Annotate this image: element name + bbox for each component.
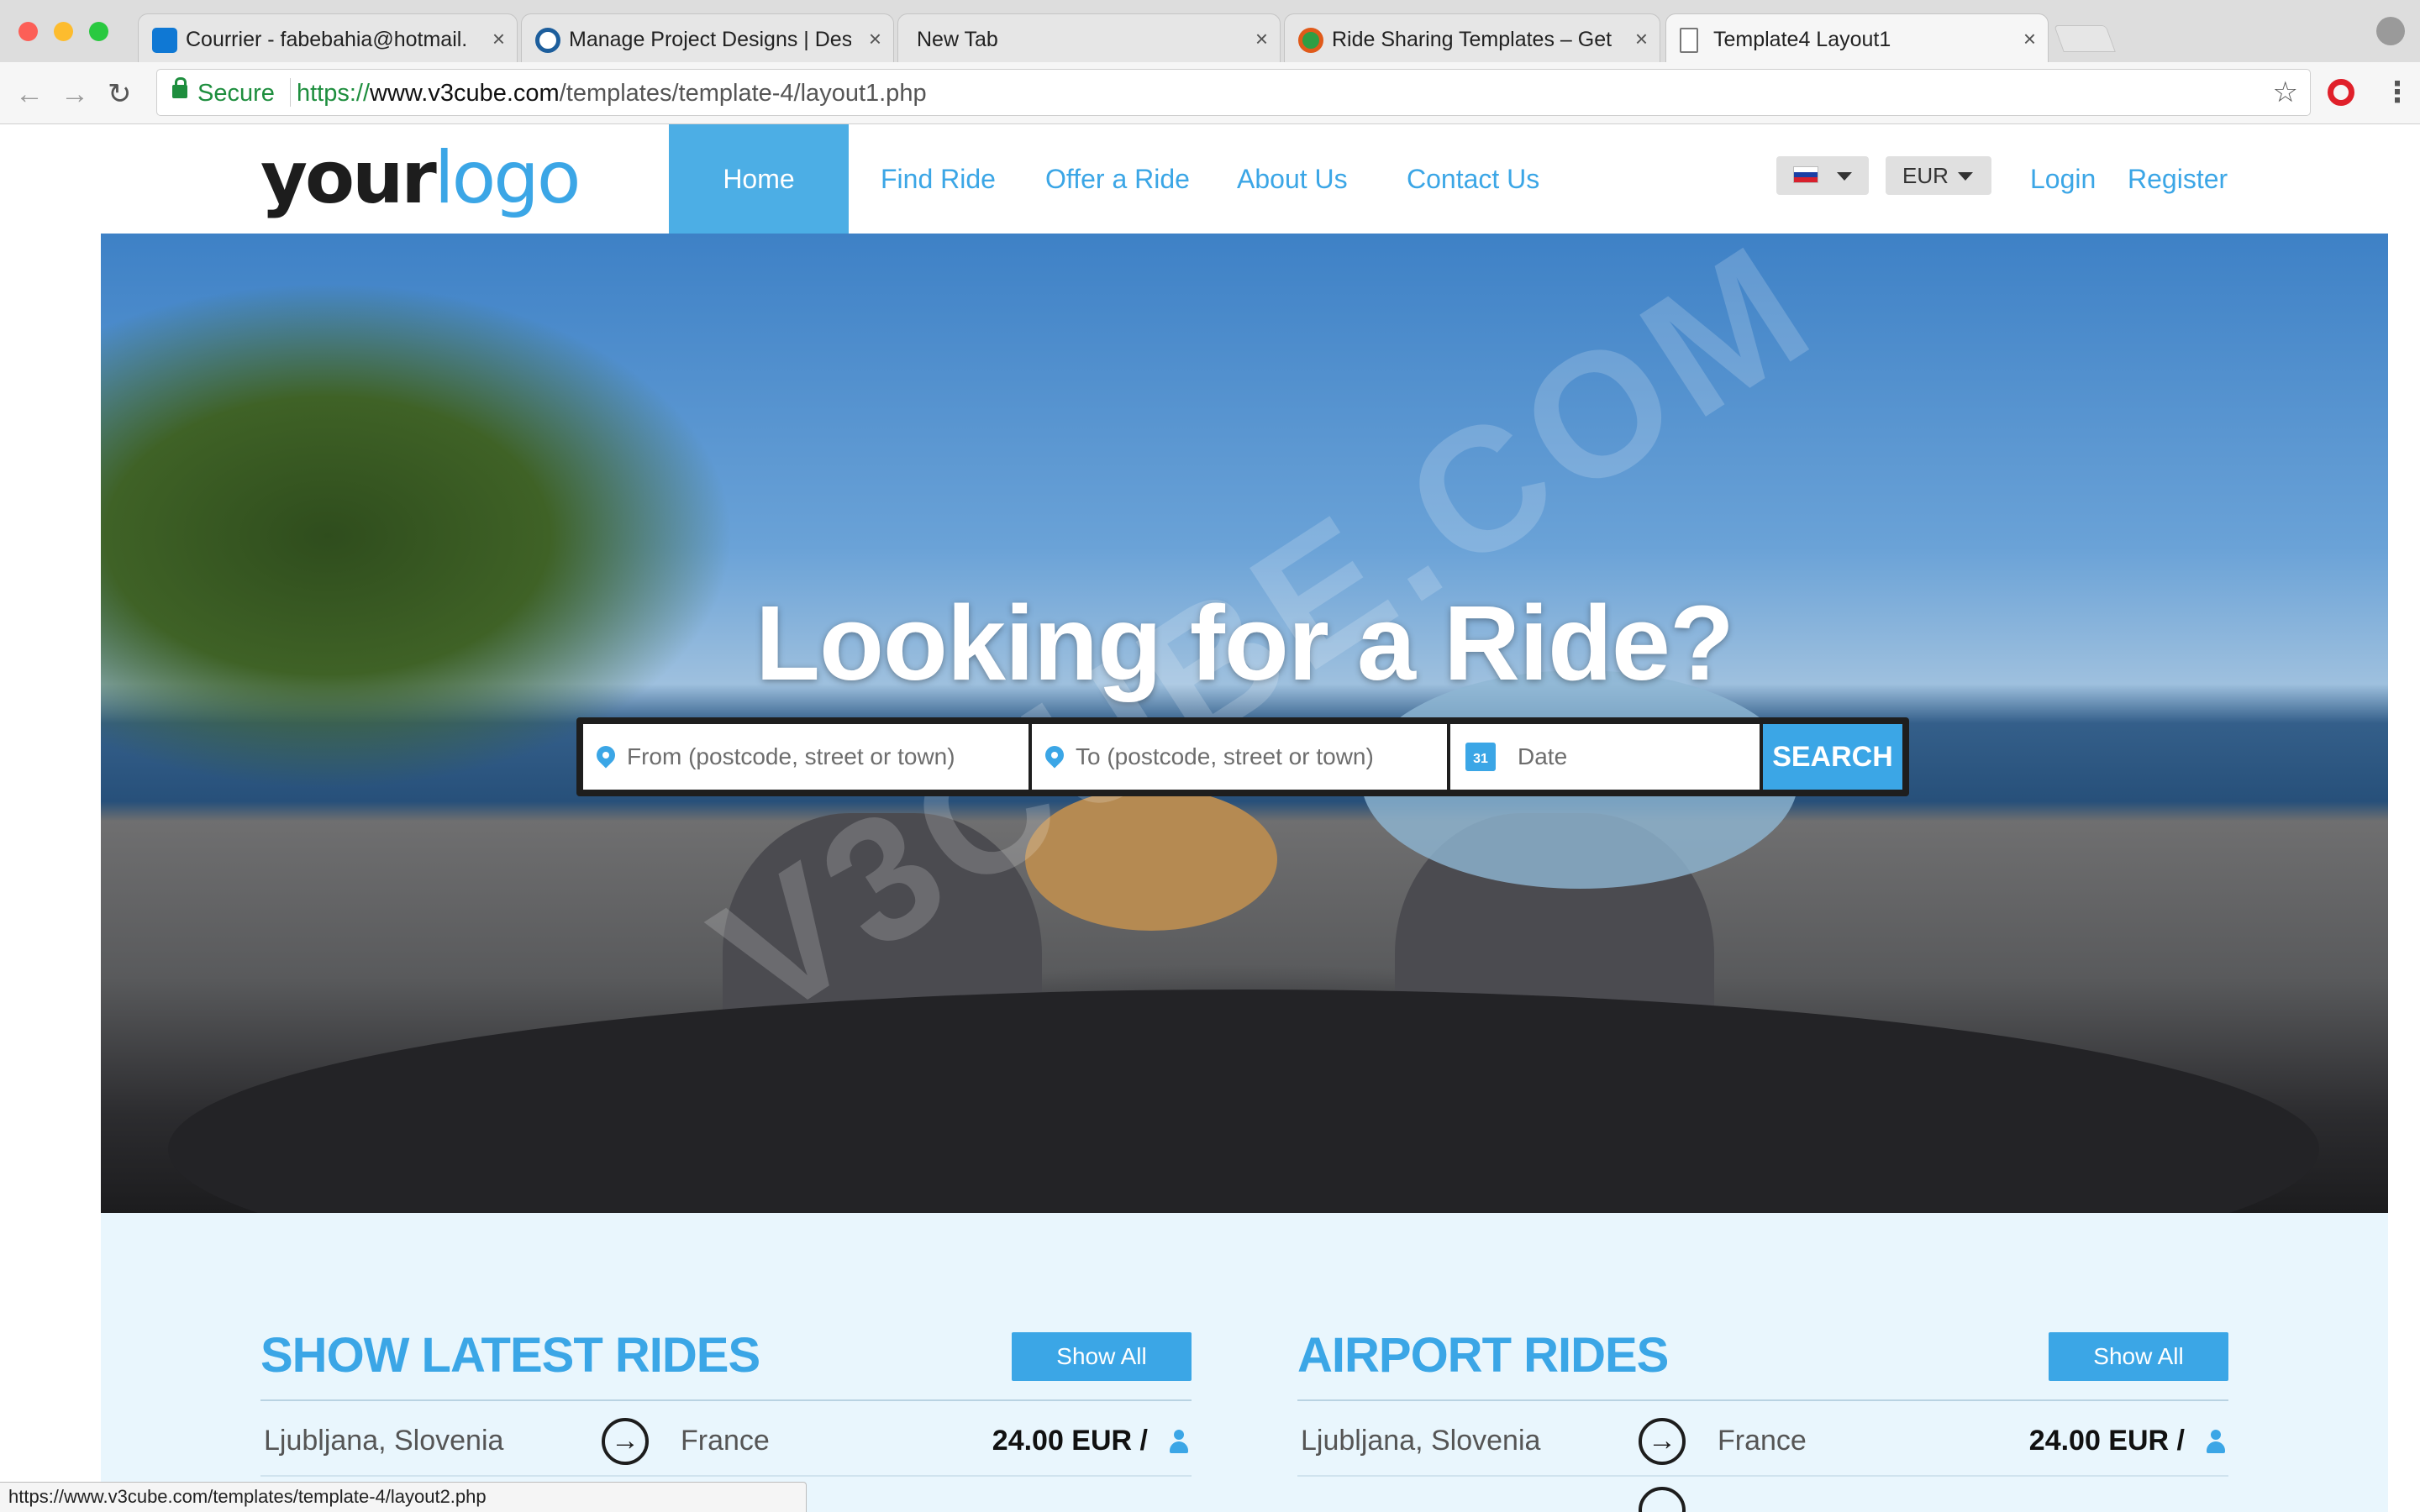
url-text[interactable]: https://www.v3cube.com/templates/templat… [297, 78, 927, 108]
opera-extension-icon[interactable] [2328, 79, 2354, 106]
lock-icon [172, 77, 187, 98]
chevron-down-icon [1958, 172, 1973, 181]
browser-tab[interactable]: Ride Sharing Templates – Get × [1284, 13, 1660, 62]
browser-toolbar: ← → ↻ Secure https://www.v3cube.com/temp… [0, 62, 2420, 124]
close-window-button[interactable] [18, 22, 38, 41]
latest-show-all-button[interactable]: Show All [1012, 1332, 1192, 1381]
from-field[interactable]: From (postcode, street or town) [583, 724, 1028, 790]
nav-contact-us[interactable]: Contact Us [1407, 124, 1539, 234]
person-icon [1168, 1430, 1190, 1453]
to-field[interactable]: To (postcode, street or town) [1032, 724, 1447, 790]
divider [1297, 1399, 2228, 1401]
register-link[interactable]: Register [2128, 124, 2228, 234]
ride-row[interactable]: Ljubljana, Slovenia → France 24.00 EUR / [260, 1404, 1192, 1477]
tab-title: Template4 Layout1 [1713, 28, 1891, 51]
browser-menu-icon[interactable]: ⋮ [2383, 76, 2412, 109]
address-bar[interactable]: Secure https://www.v3cube.com/templates/… [156, 69, 2311, 116]
date-field[interactable]: 31 Date [1450, 724, 1760, 790]
site-header: yourlogo Home Find Ride Offer a Ride Abo… [0, 124, 2420, 234]
tab-title: Manage Project Designs | Desi [569, 28, 851, 51]
airport-show-all-button[interactable]: Show All [2049, 1332, 2228, 1381]
from-placeholder: From (postcode, street or town) [627, 743, 955, 769]
tab-close-icon[interactable]: × [1255, 24, 1268, 53]
hero-photo-car-body [168, 990, 2319, 1213]
browser-tab[interactable]: Courrier - fabebahia@hotmail. × [138, 13, 518, 62]
language-dropdown[interactable] [1776, 156, 1869, 195]
ride-price: 24.00 EUR / [992, 1425, 1148, 1457]
ride-price: 24.00 EUR / [2028, 1425, 2185, 1457]
ride-sharing-site-icon [1298, 28, 1323, 53]
tab-title: New Tab [917, 28, 998, 51]
airport-rides-title: AIRPORT RIDES [1297, 1328, 1669, 1383]
search-button[interactable]: SEARCH [1763, 724, 1902, 790]
url-path: /templates/template-4/layout1.php [559, 80, 927, 107]
tab-close-icon[interactable]: × [492, 24, 505, 53]
ride-search-form: From (postcode, street or town) To (post… [576, 717, 1909, 796]
currency-label: EUR [1902, 163, 1949, 188]
person-icon [2205, 1430, 2227, 1453]
date-placeholder: Date [1518, 743, 1568, 769]
designs-site-icon [535, 28, 560, 53]
ride-row-partial [1297, 1478, 2228, 1512]
reload-icon[interactable]: ↻ [108, 77, 132, 111]
new-tab-button[interactable] [2054, 25, 2116, 52]
ride-to: France [681, 1425, 770, 1457]
secure-label: Secure [197, 80, 275, 107]
tab-close-icon[interactable]: × [1635, 24, 1648, 53]
to-placeholder: To (postcode, street or town) [1076, 743, 1374, 769]
rides-section: SHOW LATEST RIDES Show All Ljubljana, Sl… [101, 1213, 2388, 1512]
hero-banner: Looking for a Ride? V3CUBE.COM From (pos… [101, 234, 2388, 1213]
url-scheme: https:// [297, 80, 371, 107]
nav-about-us[interactable]: About Us [1237, 124, 1348, 234]
forward-icon[interactable]: → [60, 77, 89, 111]
logo-part-logo: logo [434, 136, 581, 220]
browser-tab[interactable]: New Tab × [897, 13, 1281, 62]
map-pin-icon [592, 742, 619, 769]
nav-offer-a-ride[interactable]: Offer a Ride [1045, 124, 1190, 234]
tab-title: Courrier - fabebahia@hotmail. [186, 28, 468, 51]
arrow-circle-right-icon: → [1639, 1418, 1686, 1465]
currency-dropdown[interactable]: EUR [1886, 156, 1991, 195]
ride-row[interactable]: Ljubljana, Slovenia → France 24.00 EUR / [1297, 1404, 2228, 1477]
chevron-down-icon [1837, 172, 1852, 181]
divider [260, 1399, 1192, 1401]
arrow-circle-right-icon [1639, 1487, 1686, 1512]
calendar-day: 31 [1473, 752, 1488, 766]
zoom-window-button[interactable] [89, 22, 108, 41]
outlook-icon [152, 28, 177, 53]
map-pin-icon [1041, 742, 1068, 769]
url-divider [290, 78, 291, 107]
tab-title: Ride Sharing Templates – Get [1332, 28, 1612, 51]
url-host: www.v3cube.com [370, 80, 560, 107]
minimize-window-button[interactable] [54, 22, 73, 41]
site-logo[interactable]: yourlogo [260, 136, 581, 220]
link-status-bar: https://www.v3cube.com/templates/templat… [0, 1482, 807, 1512]
latest-rides-title: SHOW LATEST RIDES [260, 1328, 760, 1383]
arrow-circle-right-icon: → [602, 1418, 649, 1465]
tab-close-icon[interactable]: × [869, 24, 881, 53]
back-icon[interactable]: ← [15, 77, 44, 111]
ride-from: Ljubljana, Slovenia [264, 1425, 504, 1457]
slovenia-flag-icon [1793, 166, 1818, 183]
profile-icon[interactable] [2376, 17, 2405, 45]
document-icon [1680, 28, 1698, 53]
ride-from: Ljubljana, Slovenia [1301, 1425, 1541, 1457]
browser-tab-active[interactable]: Template4 Layout1 × [1665, 13, 2049, 64]
calendar-icon: 31 [1465, 743, 1496, 771]
nav-home[interactable]: Home [669, 124, 849, 234]
browser-tab-strip: Courrier - fabebahia@hotmail. × Manage P… [0, 0, 2420, 64]
browser-tab[interactable]: Manage Project Designs | Desi × [521, 13, 894, 62]
nav-find-ride[interactable]: Find Ride [881, 124, 996, 234]
bookmark-star-icon[interactable]: ☆ [2273, 76, 2298, 108]
tab-close-icon[interactable]: × [2023, 24, 2036, 53]
ride-to: France [1718, 1425, 1807, 1457]
login-link[interactable]: Login [2030, 124, 2096, 234]
logo-part-your: your [260, 136, 437, 220]
